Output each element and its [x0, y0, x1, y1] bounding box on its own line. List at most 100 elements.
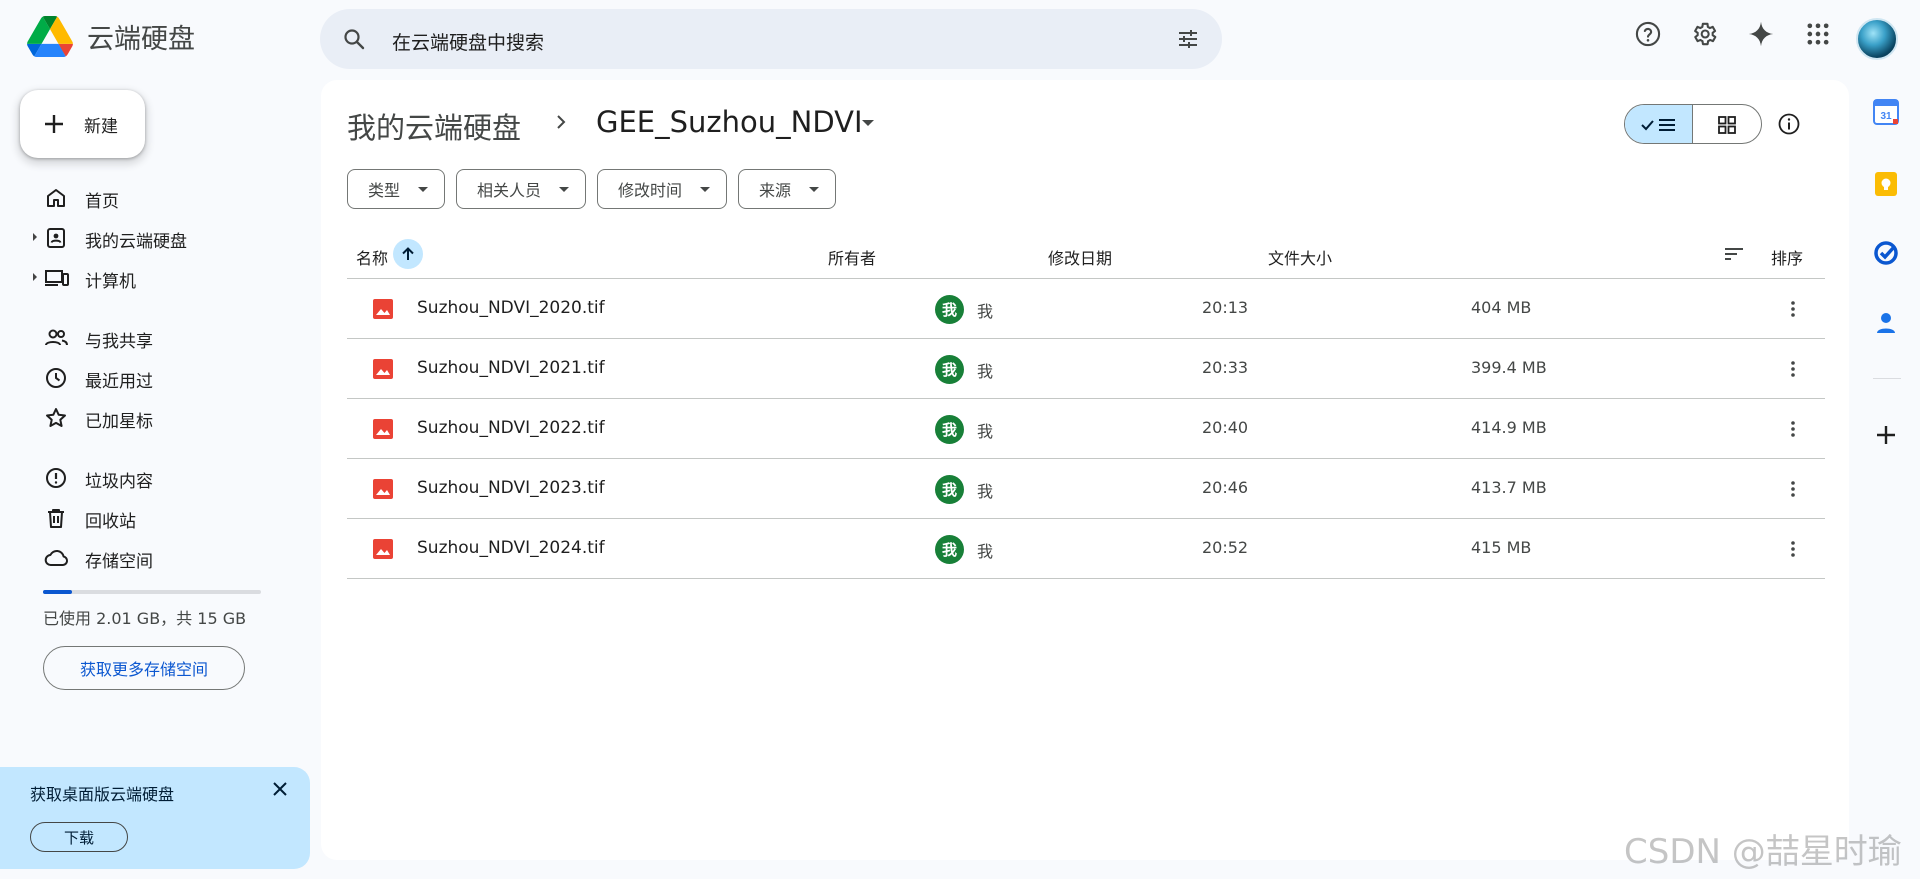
sidebar-item-label: 垃圾内容	[85, 472, 153, 492]
settings-icon[interactable]	[1690, 20, 1718, 48]
home-icon	[44, 186, 68, 210]
view-toggle[interactable]	[1624, 104, 1762, 144]
owner-name: 我	[977, 422, 994, 441]
trash-icon	[44, 506, 68, 530]
main-content: 我的云端硬盘 GEE_Suzhou_NDVI 类型 相关人员 修改时间 来源 名…	[321, 80, 1849, 860]
table-row[interactable]: Suzhou_NDVI_2021.tif 我 我 20:33 399.4 MB	[347, 339, 1825, 399]
account-avatar[interactable]	[1856, 18, 1898, 60]
sort-label[interactable]: 排序	[1771, 245, 1803, 269]
storage-usage-text: 已使用 2.01 GB，共 15 GB	[43, 609, 247, 628]
storage-usage-bar	[43, 590, 261, 594]
sidebar-item-label: 计算机	[85, 272, 136, 292]
file-size: 414.9 MB	[1471, 418, 1547, 437]
keep-icon[interactable]	[1873, 171, 1899, 197]
file-name: Suzhou_NDVI_2021.tif	[417, 358, 605, 378]
shared-icon	[44, 326, 70, 350]
grid-view-button[interactable]	[1693, 105, 1761, 143]
modified-date: 20:40	[1202, 418, 1249, 437]
drive-logo[interactable]: 云端硬盘	[27, 16, 195, 57]
expand-arrow-icon[interactable]	[33, 273, 37, 281]
help-icon[interactable]	[1634, 20, 1662, 48]
drive-logo-icon	[27, 16, 73, 57]
gemini-sparkle-icon[interactable]	[1747, 20, 1775, 48]
search-input[interactable]: 在云端硬盘中搜索	[392, 28, 544, 55]
owner-name: 我	[977, 302, 994, 321]
image-file-icon	[373, 359, 393, 379]
image-file-icon	[373, 479, 393, 499]
sidebar-item-label: 与我共享	[85, 332, 153, 352]
info-icon[interactable]	[1777, 112, 1801, 136]
breadcrumb-current-folder[interactable]: GEE_Suzhou_NDVI	[596, 105, 863, 139]
image-file-icon	[373, 419, 393, 439]
owner-avatar: 我	[935, 295, 964, 324]
sort-options-icon[interactable]	[1725, 247, 1743, 261]
get-more-storage-button[interactable]: 获取更多存储空间	[43, 646, 245, 690]
list-view-icon	[1640, 119, 1675, 131]
promo-title: 获取桌面版云端硬盘	[30, 785, 175, 804]
filter-chips: 类型 相关人员 修改时间 来源	[347, 169, 837, 209]
more-actions-icon[interactable]	[1783, 299, 1803, 319]
sort-ascending-icon[interactable]	[393, 239, 423, 269]
add-addon-icon[interactable]	[1873, 422, 1899, 448]
watermark-text: CSDN @喆星时瑜	[1624, 832, 1902, 872]
chip-label: 类型	[368, 181, 401, 200]
folder-menu-caret-icon[interactable]	[862, 120, 874, 126]
storage-usage-fill	[43, 590, 73, 594]
chevron-down-icon	[559, 186, 570, 192]
column-header-owner[interactable]: 所有者	[828, 245, 876, 269]
tasks-icon[interactable]	[1873, 240, 1899, 266]
filter-modified-chip[interactable]: 修改时间	[597, 169, 728, 209]
calendar-day: 31	[1880, 111, 1892, 122]
list-view-button[interactable]	[1625, 105, 1693, 143]
search-bar[interactable]: 在云端硬盘中搜索	[320, 9, 1222, 69]
file-name: Suzhou_NDVI_2020.tif	[417, 298, 605, 318]
recent-icon	[44, 366, 68, 390]
column-header-modified[interactable]: 修改日期	[1048, 245, 1112, 269]
search-options-icon[interactable]	[1176, 27, 1200, 51]
owner-avatar: 我	[935, 475, 964, 504]
table-row[interactable]: Suzhou_NDVI_2023.tif 我 我 20:46 413.7 MB	[347, 459, 1825, 519]
owner-name: 我	[977, 482, 994, 501]
computers-icon	[44, 266, 70, 290]
filter-source-chip[interactable]: 来源	[738, 169, 837, 209]
modified-date: 20:46	[1202, 478, 1249, 497]
more-actions-icon[interactable]	[1783, 479, 1803, 499]
table-row[interactable]: Suzhou_NDVI_2020.tif 我 我 20:13 404 MB	[347, 279, 1825, 339]
column-header-size[interactable]: 文件大小	[1268, 245, 1332, 269]
rail-divider	[1873, 378, 1901, 379]
column-header-name[interactable]: 名称	[356, 245, 388, 269]
filter-type-chip[interactable]: 类型	[347, 169, 446, 209]
owner-avatar: 我	[935, 535, 964, 564]
cloud-icon	[44, 546, 70, 570]
new-button-label: 新建	[84, 116, 118, 137]
calendar-icon[interactable]: 31	[1873, 99, 1899, 125]
search-icon[interactable]	[342, 27, 366, 51]
breadcrumb-my-drive[interactable]: 我的云端硬盘	[347, 105, 521, 147]
spam-icon	[44, 466, 68, 490]
image-file-icon	[373, 299, 393, 319]
filter-people-chip[interactable]: 相关人员	[456, 169, 587, 209]
download-button[interactable]: 下载	[30, 822, 128, 852]
more-actions-icon[interactable]	[1783, 359, 1803, 379]
file-name: Suzhou_NDVI_2023.tif	[417, 478, 605, 498]
expand-arrow-icon[interactable]	[33, 233, 37, 241]
my-drive-icon	[44, 226, 68, 250]
chip-label: 相关人员	[477, 181, 542, 200]
contacts-icon[interactable]	[1873, 310, 1899, 336]
close-icon[interactable]	[270, 779, 290, 799]
sidebar-item-label: 已加星标	[85, 412, 153, 432]
more-actions-icon[interactable]	[1783, 539, 1803, 559]
sidebar-item-label: 首页	[85, 192, 119, 212]
file-size: 404 MB	[1471, 298, 1532, 317]
file-size: 399.4 MB	[1471, 358, 1547, 377]
owner-avatar: 我	[935, 355, 964, 384]
sidebar-item-label: 我的云端硬盘	[85, 232, 187, 252]
table-row[interactable]: Suzhou_NDVI_2022.tif 我 我 20:40 414.9 MB	[347, 399, 1825, 459]
table-row[interactable]: Suzhou_NDVI_2024.tif 我 我 20:52 415 MB	[347, 519, 1825, 579]
apps-grid-icon[interactable]	[1804, 20, 1832, 48]
more-actions-icon[interactable]	[1783, 419, 1803, 439]
owner-avatar: 我	[935, 415, 964, 444]
app-title: 云端硬盘	[87, 24, 195, 55]
owner-name: 我	[977, 362, 994, 381]
new-button[interactable]: 新建	[20, 90, 145, 158]
